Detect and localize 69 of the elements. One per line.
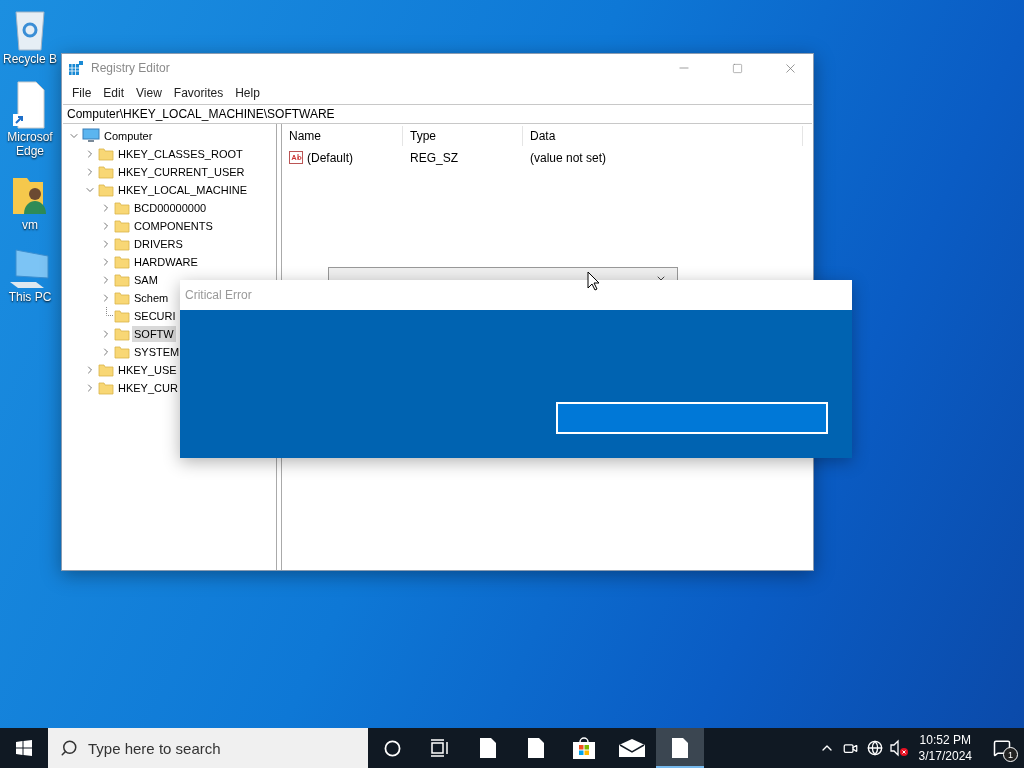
dialog-button[interactable] (556, 402, 828, 434)
table-cell: (Default) (307, 151, 353, 165)
tree-item[interactable]: SYSTEM (132, 344, 182, 360)
clock[interactable]: 10:52 PM 3/17/2024 (910, 733, 980, 763)
desktop-icon-label[interactable]: vm (22, 218, 38, 232)
tree-item[interactable]: HKEY_CURRENT_USER (116, 164, 247, 180)
column-header[interactable]: Type (403, 126, 523, 146)
desktop-icon-label[interactable]: Recycle B (3, 52, 57, 66)
message-icon (993, 739, 1011, 757)
desktop-icon-label[interactable]: Microsof (7, 130, 53, 144)
folder-icon (98, 164, 114, 180)
menu-item[interactable]: File (66, 86, 98, 100)
tree-item[interactable]: HKEY_USE (116, 362, 179, 378)
tree-item[interactable]: SOFTW (132, 326, 176, 342)
table-cell: REG_SZ (410, 151, 458, 165)
desktop-icon-label[interactable]: This PC (8, 290, 52, 304)
search-icon (60, 739, 78, 757)
notification-count: 1 (1003, 747, 1018, 762)
folder-icon (114, 290, 130, 306)
windows-logo-icon (16, 740, 32, 756)
tree-item[interactable]: BCD00000000 (132, 200, 209, 216)
folder-icon (114, 344, 130, 360)
folder-icon (114, 200, 130, 216)
registry-editor-icon (68, 60, 84, 76)
tree-item[interactable]: COMPONENTS (132, 218, 215, 234)
address-field[interactable]: Computer\HKEY_LOCAL_MACHINE\SOFTWARE (63, 104, 812, 124)
maximize-icon (731, 62, 743, 74)
menu-item[interactable]: View (130, 86, 168, 100)
mail-icon (619, 739, 645, 757)
tree-item[interactable]: HKEY_CUR (116, 380, 180, 396)
desktop-icon-label[interactable]: Edge (16, 144, 44, 158)
column-header[interactable]: Data (523, 126, 803, 146)
folder-icon (98, 380, 114, 396)
tree-item[interactable]: Schem (132, 290, 171, 306)
taskbar-app-button[interactable] (656, 728, 704, 768)
folder-icon (114, 218, 130, 234)
folder-icon (98, 146, 114, 162)
store-bag-icon (572, 736, 596, 760)
computer-icon (8, 246, 52, 290)
tree-item[interactable]: SAM (132, 272, 160, 288)
column-header[interactable]: Name (282, 126, 403, 146)
folder-icon (114, 326, 130, 342)
table-cell: (value not set) (530, 151, 607, 165)
tree-item[interactable]: Computer (102, 128, 155, 144)
dialog-title: Critical Error (185, 288, 252, 302)
file-icon (672, 738, 688, 758)
file-icon (480, 738, 496, 758)
tree-item[interactable]: SECURI (132, 308, 178, 324)
file-icon (528, 738, 544, 758)
folder-icon (114, 272, 130, 288)
search-field[interactable]: Type here to search (48, 728, 368, 768)
cortana-icon (383, 739, 401, 757)
folder-icon (114, 308, 130, 324)
notifications-button[interactable]: 1 (980, 728, 1024, 768)
tree-item[interactable]: HKEY_LOCAL_MACHINE (116, 182, 249, 198)
tree-item[interactable]: HKEY_CLASSES_ROOT (116, 146, 245, 162)
folder-icon (114, 254, 130, 270)
task-view-icon (430, 739, 450, 757)
menu-item[interactable]: Favorites (167, 86, 230, 100)
folder-icon (98, 362, 114, 378)
computer-icon (82, 128, 100, 144)
tree-item[interactable]: HARDWARE (132, 254, 200, 270)
tree-item[interactable]: DRIVERS (132, 236, 185, 252)
string-value-icon (289, 151, 304, 165)
folder-icon (98, 182, 114, 198)
window-title: Registry Editor (91, 61, 171, 75)
menu-item[interactable]: Edit (97, 86, 131, 100)
folder-icon (114, 236, 130, 252)
menu-item[interactable]: Help (229, 86, 266, 100)
